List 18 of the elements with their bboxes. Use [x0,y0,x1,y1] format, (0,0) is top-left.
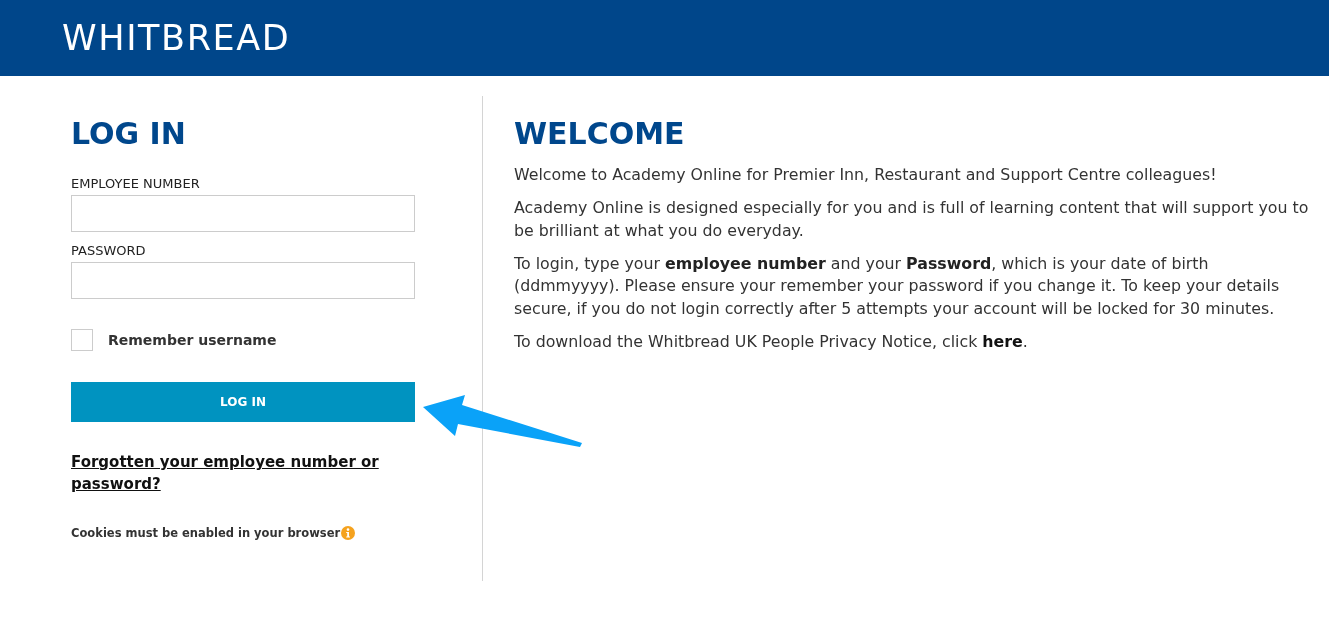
privacy-link[interactable]: here [982,331,1023,351]
login-heading: LOG IN [71,116,187,152]
input-field[interactable] [71,195,415,232]
welcome-heading: WELCOME [514,116,686,152]
info-icon [341,526,356,540]
welcome-paragraph: Academy Online is designed especially for you and is full of learning content that will support you to be brilliant at what you do everyday. [514,197,1309,242]
brand-logo: WHITBREAD [62,20,291,56]
checkbox-label: Remember username [108,332,277,348]
welcome-paragraph: To login, type your employee number and your Password, which is your date of birth (ddmmyyyy). Please ensure your remember your password if you change it. To keep your details secure, if you do not login correctly after 5 attempts your account will be locked for 30 minutes. [514,252,1281,320]
welcome-paragraph: Welcome to Academy Online for Premier Inn, Restaurant and Support Centre colleagues! [514,164,1218,186]
forgot-link[interactable]: Forgotten your employee number or password? [71,451,401,495]
field-label: PASSWORD [71,243,147,259]
login-button[interactable]: LOG IN [71,382,415,422]
cookies-notice: Cookies must be enabled in your browser [71,525,341,541]
input-field[interactable] [71,262,415,299]
checkbox[interactable] [71,329,93,351]
privacy-paragraph: To download the Whitbread UK People Privacy Notice, click here. [514,330,1029,353]
field-label: EMPLOYEE NUMBER [71,176,201,192]
